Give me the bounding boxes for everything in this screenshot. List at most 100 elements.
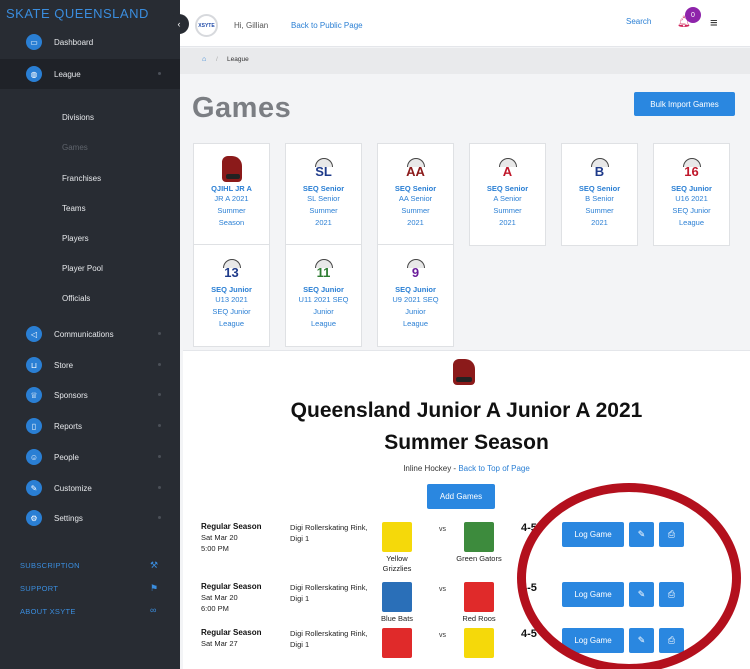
season-logo: [453, 359, 475, 385]
division-name: SEQ Senior: [302, 184, 345, 193]
division-line: 2021: [499, 218, 516, 227]
back-to-public-link[interactable]: Back to Public Page: [291, 21, 363, 30]
crown-icon: ♕: [26, 387, 42, 403]
season-title: Queensland Junior A Junior A 2021 Summer…: [183, 395, 750, 459]
division-line: AA Senior: [398, 194, 433, 203]
chevron-dot-icon: [158, 332, 161, 335]
sidebar-item-dashboard[interactable]: ▭ Dashboard: [0, 27, 180, 57]
sidebar-item-store[interactable]: ⊔ Store: [0, 350, 180, 380]
division-line: Summer: [493, 206, 522, 215]
add-games-button[interactable]: Add Games: [427, 484, 495, 509]
sidebar-item-label: Dashboard: [54, 37, 94, 47]
division-card[interactable]: 11 SEQ Junior U11 2021 SEQ Junior League: [285, 244, 362, 347]
chevron-dot-icon: [158, 363, 161, 366]
brand-title[interactable]: SKATE QUEENSLAND: [0, 0, 180, 27]
division-line: Summer: [309, 206, 338, 215]
print-game-button[interactable]: ⎙: [659, 582, 684, 607]
print-game-button[interactable]: ⎙: [659, 522, 684, 547]
support-link[interactable]: SUPPORT: [20, 584, 58, 593]
season-panel: Queensland Junior A Junior A 2021 Summer…: [183, 350, 750, 669]
game-time: 6:00 PM: [201, 604, 229, 613]
division-name: SEQ Senior: [578, 184, 621, 193]
breadcrumb-current[interactable]: League: [227, 56, 249, 63]
sport-label: Inline Hockey -: [403, 464, 459, 473]
back-to-top-link[interactable]: Back to Top of Page: [458, 464, 529, 473]
division-line: Junior: [313, 307, 334, 316]
game-date: Sat Mar 20: [201, 533, 238, 542]
sidebar-sub-divisions[interactable]: Divisions: [62, 111, 94, 125]
sidebar-sub-players[interactable]: Players: [62, 232, 89, 246]
print-icon: ⎙: [667, 635, 676, 645]
division-name: SEQ Junior: [395, 285, 436, 294]
division-line: U9 2021 SEQ: [392, 295, 439, 304]
division-card[interactable]: 9 SEQ Junior U9 2021 SEQ Junior League: [377, 244, 454, 347]
chevron-dot-icon: [158, 486, 161, 489]
team-name: Blue Bats: [380, 614, 414, 623]
sidebar-sub-franchises[interactable]: Franchises: [62, 172, 101, 186]
menu-icon[interactable]: ≡: [710, 15, 718, 30]
xsyte-logo[interactable]: XSYTE: [195, 14, 218, 37]
about-link[interactable]: ABOUT XSYTE: [20, 607, 76, 616]
flag-icon: ⚑: [150, 583, 159, 593]
sidebar-item-settings[interactable]: ⚙ Settings: [0, 503, 180, 533]
print-game-button[interactable]: ⎙: [659, 628, 684, 653]
game-date: Sat Mar 27: [201, 639, 238, 648]
sidebar-item-reports[interactable]: ▯ Reports: [0, 411, 180, 441]
log-game-button[interactable]: Log Game: [562, 582, 624, 607]
division-card[interactable]: QJIHL JR A JR A 2021 Summer Season: [193, 143, 270, 246]
game-venue: Digi Rollerskating Rink, Digi 1: [290, 583, 368, 603]
away-team: Red Roos: [454, 582, 504, 624]
sidebar-item-people[interactable]: ☺ People: [0, 442, 180, 472]
division-line: Summer: [217, 206, 246, 215]
game-venue: Digi Rollerskating Rink, Digi 1: [290, 523, 368, 543]
division-card[interactable]: 16 SEQ Junior U16 2021 SEQ Junior League: [653, 143, 730, 246]
division-card[interactable]: SL SEQ Senior SL Senior Summer 2021: [285, 143, 362, 246]
division-line: 2021: [407, 218, 424, 227]
sidebar-item-league[interactable]: ◍ League: [0, 59, 180, 89]
division-line: League: [678, 218, 705, 227]
game-type: Regular Season: [201, 628, 262, 637]
division-card[interactable]: B SEQ Senior B Senior Summer 2021: [561, 143, 638, 246]
division-line: League: [310, 319, 337, 328]
team-logo: [382, 522, 412, 552]
home-team: Blue Bats: [372, 582, 422, 624]
edit-game-button[interactable]: ✎: [629, 628, 654, 653]
notification-badge: 0: [685, 7, 701, 23]
division-card[interactable]: 13 SEQ Junior U13 2021 SEQ Junior League: [193, 244, 270, 347]
sidebar-item-label: Customize: [54, 483, 92, 493]
sidebar-item-label: Sponsors: [54, 390, 88, 400]
game-score: 4-5: [521, 522, 537, 534]
sidebar-item-sponsors[interactable]: ♕ Sponsors: [0, 380, 180, 410]
game-date: Sat Mar 20: [201, 593, 238, 602]
division-card[interactable]: AA SEQ Senior AA Senior Summer 2021: [377, 143, 454, 246]
sidebar-sub-games[interactable]: Games: [62, 141, 88, 155]
division-card[interactable]: A SEQ Senior A Senior Summer 2021: [469, 143, 546, 246]
user-icon: ☺: [26, 449, 42, 465]
subscription-link[interactable]: SUBSCRIPTION: [20, 561, 80, 570]
edit-game-button[interactable]: ✎: [629, 522, 654, 547]
sidebar-item-label: League: [54, 69, 81, 79]
sidebar-sub-officials[interactable]: Officials: [62, 292, 90, 306]
team-name: Red Roos: [462, 614, 496, 623]
game-score: 4-5: [521, 628, 537, 640]
sidebar-item-customize[interactable]: ✎ Customize: [0, 473, 180, 503]
mascot-logo: [221, 156, 242, 182]
sidebar-collapse-button[interactable]: ‹: [169, 14, 189, 34]
log-game-button[interactable]: Log Game: [562, 522, 624, 547]
sidebar-sub-player-pool[interactable]: Player Pool: [62, 262, 103, 276]
game-row: Regular Season Sat Mar 27 Digi Rollerskati…: [183, 628, 750, 669]
vs-label: vs: [439, 632, 446, 639]
home-icon[interactable]: ⌂: [202, 56, 206, 63]
log-game-button[interactable]: Log Game: [562, 628, 624, 653]
game-row: Regular Season Sat Mar 20 5:00 PM Digi Roll…: [183, 522, 750, 573]
edit-game-button[interactable]: ✎: [629, 582, 654, 607]
sidebar-sub-teams[interactable]: Teams: [62, 202, 86, 216]
sidebar-item-communications[interactable]: ◁ Communications: [0, 319, 180, 349]
bulk-import-button[interactable]: Bulk Import Games: [634, 92, 735, 116]
megaphone-icon: ◁: [26, 326, 42, 342]
division-logo: A: [496, 158, 520, 182]
pencil-icon: ✎: [637, 635, 646, 645]
division-name: QJIHL JR A: [211, 184, 252, 193]
team-logo: [464, 582, 494, 612]
search-link[interactable]: Search: [626, 17, 651, 26]
